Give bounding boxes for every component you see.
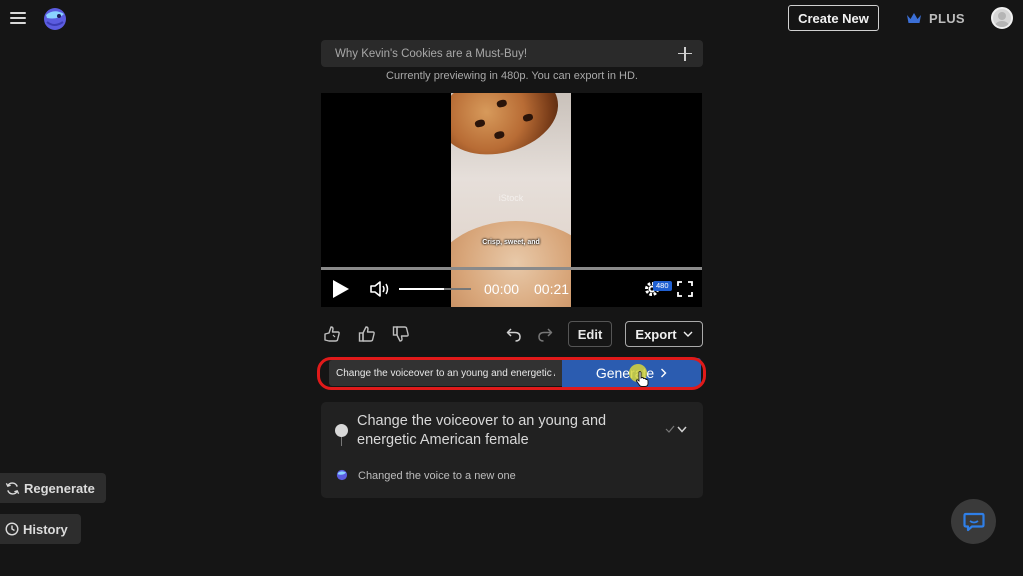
- cookie-image-top: [451, 93, 567, 167]
- user-avatar[interactable]: [991, 7, 1013, 29]
- duration: 00:21: [534, 281, 570, 297]
- export-label: Export: [635, 326, 677, 342]
- love-reaction-icon[interactable]: [322, 324, 342, 344]
- history-card: Change the voiceover to an young and ene…: [321, 402, 703, 498]
- thumbs-down-icon[interactable]: [391, 324, 411, 344]
- cursor-indicator: [629, 364, 649, 387]
- quality-badge: 480: [653, 281, 672, 291]
- chevron-down-icon: [683, 331, 693, 337]
- fullscreen-icon[interactable]: [677, 281, 693, 297]
- edit-button[interactable]: Edit: [568, 321, 612, 347]
- thumbs-up-icon[interactable]: [357, 324, 377, 344]
- hand-pointer-icon: [635, 371, 649, 387]
- volume-slider[interactable]: [399, 288, 471, 290]
- undo-icon[interactable]: [506, 327, 522, 343]
- preview-note: Currently previewing in 480p. You can ex…: [386, 70, 638, 82]
- video-frame: iStock Crisp, sweet, and: [451, 93, 571, 307]
- current-time: 00:00: [484, 281, 520, 297]
- create-new-button[interactable]: Create New: [788, 5, 879, 31]
- watermark-text: iStock: [498, 193, 524, 203]
- request-bullet: [335, 424, 348, 437]
- refresh-icon: [5, 481, 20, 495]
- history-label: History: [23, 521, 68, 537]
- timeline-connector: [341, 437, 342, 446]
- plus-membership-link[interactable]: PLUS: [906, 9, 965, 27]
- regenerate-label: Regenerate: [24, 480, 95, 496]
- chevron-down-icon: [677, 426, 687, 433]
- response-text: Changed the voice to a new one: [358, 470, 516, 482]
- checkmark-icon: [665, 425, 675, 433]
- volume-fill: [399, 288, 444, 290]
- export-button[interactable]: Export: [625, 321, 703, 347]
- regenerate-button[interactable]: Regenerate: [0, 473, 106, 503]
- plus-icon[interactable]: [677, 46, 693, 62]
- card-expand-toggle[interactable]: [665, 425, 687, 433]
- assistant-logo-icon: [336, 469, 348, 481]
- chat-bubble-icon: [962, 512, 985, 531]
- volume-icon[interactable]: [369, 279, 391, 299]
- plus-label: PLUS: [929, 10, 965, 26]
- request-text: Change the voiceover to an young and ene…: [357, 413, 607, 448]
- project-title[interactable]: Why Kevin's Cookies are a Must-Buy!: [335, 48, 677, 60]
- hamburger-menu-icon[interactable]: [10, 10, 26, 26]
- redo-icon[interactable]: [537, 327, 553, 343]
- project-title-bar: Why Kevin's Cookies are a Must-Buy!: [321, 40, 703, 67]
- video-caption: Crisp, sweet, and: [482, 239, 540, 246]
- video-player[interactable]: iStock Crisp, sweet, and 00:00 00:21 480: [321, 93, 702, 307]
- prompt-input[interactable]: [329, 360, 562, 386]
- clock-icon: [5, 522, 19, 536]
- crown-icon: [907, 13, 921, 23]
- progress-bar[interactable]: [321, 267, 702, 270]
- chat-support-button[interactable]: [951, 499, 996, 544]
- app-logo-icon[interactable]: [40, 4, 68, 32]
- chevron-right-icon: [661, 368, 667, 378]
- play-icon[interactable]: [330, 279, 350, 299]
- history-button[interactable]: History: [0, 514, 81, 544]
